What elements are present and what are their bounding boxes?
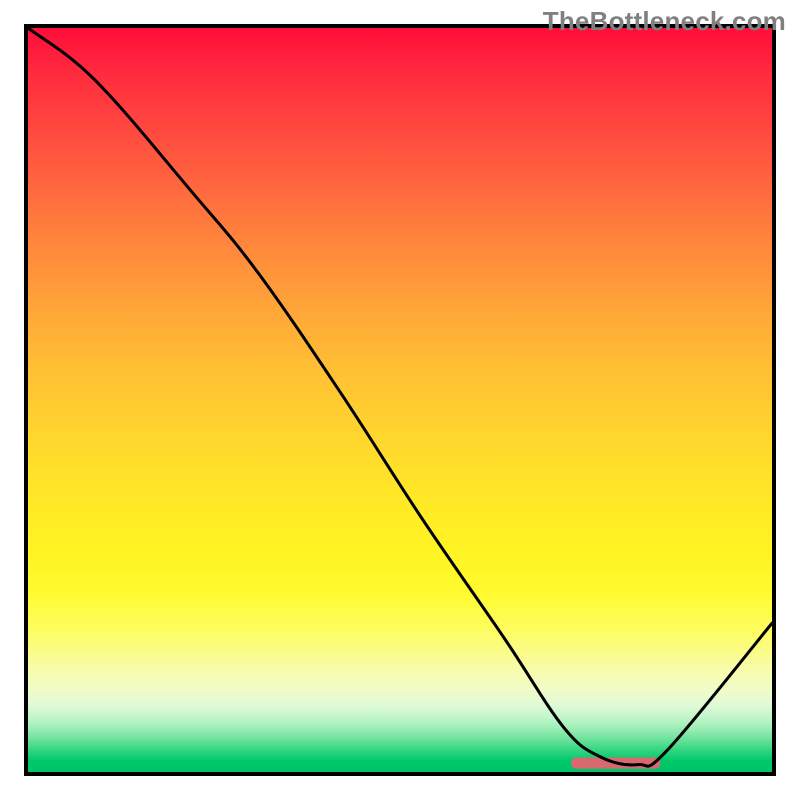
- watermark-text: TheBottleneck.com: [543, 6, 786, 37]
- bottleneck-curve: [28, 28, 772, 766]
- bottleneck-curve-layer: [28, 28, 772, 772]
- chart-container: TheBottleneck.com: [0, 0, 800, 800]
- plot-frame: [24, 24, 776, 776]
